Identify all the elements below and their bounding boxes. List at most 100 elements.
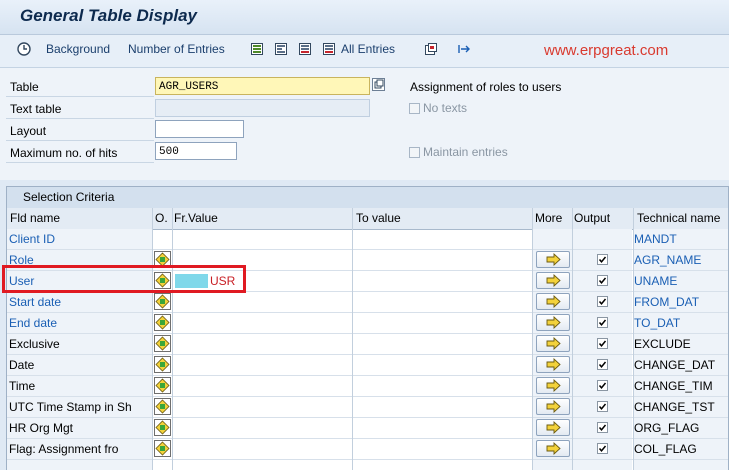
all-entries-button[interactable]: All Entries — [341, 42, 395, 56]
select-all-icon[interactable] — [250, 42, 264, 56]
select-block-icon[interactable] — [274, 42, 288, 56]
checkmark-icon — [598, 319, 607, 326]
technical-name: CHANGE_TST — [634, 400, 715, 414]
select-option-button[interactable] — [154, 377, 171, 394]
grid-line — [633, 208, 634, 470]
max-hits-input[interactable]: 500 — [155, 142, 237, 160]
checkmark-icon — [598, 340, 607, 347]
col-more[interactable]: More — [535, 211, 562, 225]
to-value-input[interactable] — [356, 421, 526, 435]
multiple-selection-button[interactable] — [536, 314, 570, 331]
maintain-entries-label: Maintain entries — [423, 145, 508, 159]
deselect-all-icon[interactable] — [298, 42, 312, 56]
table-value-help-button[interactable] — [372, 78, 385, 91]
maintain-entries-checkbox[interactable] — [409, 147, 420, 158]
select-option-button[interactable] — [154, 293, 171, 310]
multiple-selection-button[interactable] — [536, 335, 570, 352]
window-title: General Table Display — [20, 6, 197, 25]
checkmark-icon — [598, 424, 607, 431]
output-checkbox[interactable] — [597, 254, 608, 265]
layout-input[interactable] — [155, 120, 244, 138]
output-checkbox[interactable] — [597, 275, 608, 286]
col-output[interactable]: Output — [574, 211, 610, 225]
grid-line — [152, 208, 153, 470]
technical-name: UNAME — [634, 274, 678, 288]
option-diamond-icon — [155, 315, 170, 330]
field-name: Flag: Assignment fro — [9, 442, 119, 456]
background-clock-icon[interactable] — [17, 42, 31, 56]
checkmark-icon — [598, 361, 607, 368]
option-diamond-icon — [155, 357, 170, 372]
number-of-entries-button[interactable]: Number of Entries — [128, 42, 225, 56]
field-name: Date — [9, 358, 35, 372]
to-value-input[interactable] — [356, 400, 526, 414]
multiple-selection-button[interactable] — [536, 419, 570, 436]
arrow-right-icon — [546, 315, 561, 330]
multiple-selection-button[interactable] — [536, 251, 570, 268]
checkmark-icon — [598, 403, 607, 410]
multiple-selection-button[interactable] — [536, 377, 570, 394]
select-option-button[interactable] — [154, 398, 171, 415]
multiple-selection-button[interactable] — [536, 440, 570, 457]
option-diamond-icon — [155, 420, 170, 435]
field-name: Time — [9, 379, 36, 393]
technical-name: ORG_FLAG — [634, 421, 700, 435]
col-technical-name[interactable]: Technical name — [637, 211, 720, 225]
to-value-input[interactable] — [356, 274, 526, 288]
divider — [6, 118, 154, 119]
variant-icon[interactable] — [424, 42, 438, 56]
to-value-input[interactable] — [356, 358, 526, 372]
output-checkbox[interactable] — [597, 422, 608, 433]
multiple-selection-button[interactable] — [536, 398, 570, 415]
layout-label: Layout — [10, 124, 47, 138]
select-option-button[interactable] — [154, 314, 171, 331]
multiple-selection-button[interactable] — [536, 356, 570, 373]
table-row: Exclusive EXCLUDE — [7, 334, 728, 355]
table-row: Flag: Assignment fro COL_FLAG — [7, 439, 728, 460]
table-name-input[interactable]: AGR_USERS — [155, 77, 370, 95]
divider — [6, 96, 154, 97]
arrow-right-icon — [546, 252, 561, 267]
background-button[interactable]: Background — [46, 42, 110, 56]
col-from-value[interactable]: Fr.Value — [174, 211, 218, 225]
navigation-arrows-icon[interactable] — [457, 42, 471, 56]
select-option-button[interactable] — [154, 440, 171, 457]
output-checkbox[interactable] — [597, 317, 608, 328]
arrow-right-icon — [546, 399, 561, 414]
table-row: HR Org Mgt ORG_FLAG — [7, 418, 728, 439]
divider — [6, 162, 154, 163]
col-option[interactable]: O. — [155, 211, 168, 225]
to-value-input[interactable] — [356, 232, 526, 246]
max-hits-label: Maximum no. of hits — [10, 146, 118, 160]
multiple-selection-button[interactable] — [536, 293, 570, 310]
to-value-input[interactable] — [356, 337, 526, 351]
all-entries-icon[interactable] — [322, 42, 336, 56]
select-option-button[interactable] — [154, 356, 171, 373]
divider — [6, 140, 154, 141]
to-value-input[interactable] — [356, 379, 526, 393]
select-option-button[interactable] — [154, 419, 171, 436]
to-value-input[interactable] — [356, 316, 526, 330]
table-row-empty — [7, 460, 728, 470]
to-value-input[interactable] — [356, 442, 526, 456]
to-value-input[interactable] — [356, 295, 526, 309]
output-checkbox[interactable] — [597, 296, 608, 307]
multiple-selection-button[interactable] — [536, 272, 570, 289]
grid-line — [352, 208, 353, 470]
output-checkbox[interactable] — [597, 443, 608, 454]
to-value-input[interactable] — [356, 253, 526, 267]
grid-line — [572, 208, 573, 470]
technical-name: COL_FLAG — [634, 442, 697, 456]
field-name: Client ID — [9, 232, 56, 246]
arrow-right-icon — [546, 336, 561, 351]
no-texts-checkbox[interactable] — [409, 103, 420, 114]
output-checkbox[interactable] — [597, 338, 608, 349]
col-to-value[interactable]: To value — [356, 211, 401, 225]
output-checkbox[interactable] — [597, 401, 608, 412]
output-checkbox[interactable] — [597, 380, 608, 391]
table-row: UTC Time Stamp in Sh CHANGE_TST — [7, 397, 728, 418]
table-caption: Selection Criteria — [7, 187, 728, 209]
output-checkbox[interactable] — [597, 359, 608, 370]
col-fld-name[interactable]: Fld name — [10, 211, 60, 225]
select-option-button[interactable] — [154, 335, 171, 352]
